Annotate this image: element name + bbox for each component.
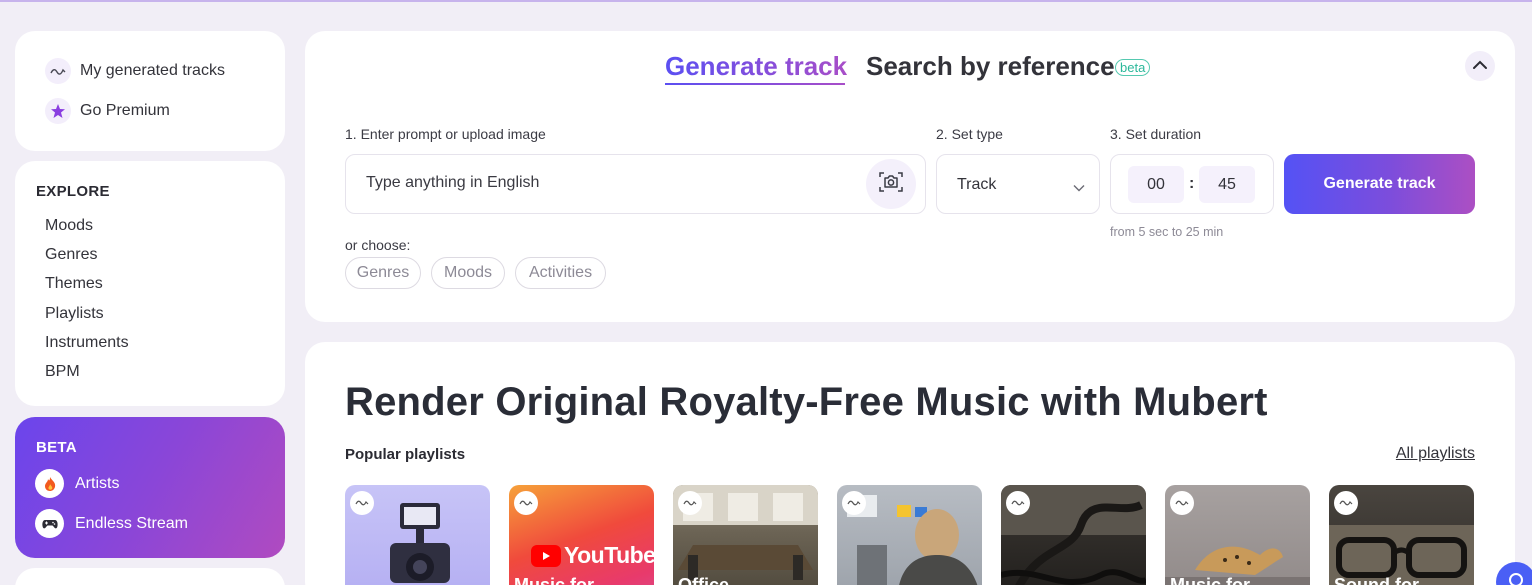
playlist-tile[interactable] [345, 485, 490, 585]
chat-icon [1508, 572, 1524, 585]
playlist-tile-title: Office [678, 575, 730, 585]
type-select[interactable]: Track [936, 154, 1100, 214]
playlist-tile[interactable]: Music for [1165, 485, 1310, 585]
camera-rig-image [390, 503, 450, 583]
upload-image-button[interactable] [866, 159, 916, 209]
sidebar-item-bpm[interactable]: BPM [45, 363, 80, 381]
star-icon [45, 98, 71, 124]
my-generated-tracks-link[interactable]: My generated tracks [45, 58, 225, 84]
playlist-tile[interactable] [1001, 485, 1146, 585]
wave-icon [1170, 491, 1194, 515]
playlist-tile-title: Music for [514, 575, 595, 585]
chevron-down-icon [1073, 179, 1085, 197]
tab-search-by-reference[interactable]: Search by reference [866, 51, 1115, 82]
playlist-tile-title: Music for [1170, 575, 1251, 585]
type-step-label: 2. Set type [936, 126, 1003, 142]
playlist-tile[interactable] [837, 485, 982, 585]
beta-heading: BETA [36, 439, 77, 456]
duration-field: 00 : 45 [1110, 154, 1274, 214]
prompt-field [345, 154, 926, 214]
wave-icon [678, 491, 702, 515]
prompt-step-label: 1. Enter prompt or upload image [345, 126, 546, 142]
my-generated-tracks-label: My generated tracks [80, 62, 225, 79]
explore-heading: EXPLORE [36, 183, 110, 200]
sidebar-item-moods[interactable]: Moods [45, 217, 93, 235]
chevron-up-icon [1472, 57, 1488, 75]
wave-icon [1334, 491, 1358, 515]
prompt-input[interactable] [366, 174, 846, 192]
active-tab-underline [665, 83, 845, 85]
or-choose-label: or choose: [345, 237, 411, 253]
type-select-value: Track [957, 176, 997, 193]
beta-badge: beta [1115, 59, 1151, 76]
endless-stream-label: Endless Stream [75, 514, 188, 532]
generator-card: Generate track Search by reference beta … [305, 31, 1515, 322]
playlist-tile[interactable]: Office [673, 485, 818, 585]
wave-icon [1006, 491, 1030, 515]
chip-genres[interactable]: Genres [345, 257, 421, 289]
sidebar-item-artists[interactable]: Artists [35, 469, 119, 498]
play-icon [531, 544, 561, 567]
duration-hint: from 5 sec to 25 min [1110, 225, 1224, 239]
sidebar-bottom-card [15, 568, 285, 585]
camera-scan-icon [878, 170, 904, 199]
sidebar-item-playlists[interactable]: Playlists [45, 305, 104, 323]
chip-moods[interactable]: Moods [431, 257, 505, 289]
wave-icon [350, 491, 374, 515]
playlist-tile[interactable]: Sound for [1329, 485, 1474, 585]
duration-seconds-input[interactable]: 45 [1199, 166, 1255, 203]
chip-activities[interactable]: Activities [515, 257, 606, 289]
content-card: Render Original Royalty-Free Music with … [305, 342, 1515, 585]
page-title: Render Original Royalty-Free Music with … [345, 380, 1268, 424]
sidebar-user-card: My generated tracks Go Premium [15, 31, 285, 151]
all-playlists-link[interactable]: All playlists [1396, 445, 1475, 463]
sidebar-item-genres[interactable]: Genres [45, 246, 97, 264]
playlist-tile-title: Sound for [1334, 575, 1419, 585]
youtube-logo: YouTube [531, 542, 654, 569]
wave-icon [45, 58, 71, 84]
sidebar-item-instruments[interactable]: Instruments [45, 334, 129, 352]
popular-playlists-heading: Popular playlists [345, 446, 466, 463]
gamepad-icon [35, 509, 64, 538]
sidebar-item-themes[interactable]: Themes [45, 275, 103, 293]
duration-step-label: 3. Set duration [1110, 126, 1202, 142]
duration-separator: : [1189, 175, 1195, 192]
wave-icon [514, 491, 538, 515]
duration-minutes-input[interactable]: 00 [1128, 166, 1184, 203]
tab-generate-track[interactable]: Generate track [665, 51, 847, 82]
playlist-tile[interactable]: YouTube Music for [509, 485, 654, 585]
wave-icon [842, 491, 866, 515]
sidebar-explore-card: EXPLORE Moods Genres Themes Playlists In… [15, 161, 285, 406]
top-progress-line [0, 0, 1532, 2]
collapse-button[interactable] [1465, 51, 1495, 81]
go-premium-link[interactable]: Go Premium [45, 98, 170, 124]
generate-track-button[interactable]: Generate track [1284, 154, 1475, 214]
youtube-wordmark: YouTube [564, 542, 654, 568]
sidebar-item-endless-stream[interactable]: Endless Stream [35, 509, 188, 538]
artists-label: Artists [75, 474, 120, 492]
sidebar-beta-card: BETA Artists Endless Stream [15, 417, 285, 558]
go-premium-label: Go Premium [80, 102, 170, 119]
fire-icon [35, 469, 64, 498]
